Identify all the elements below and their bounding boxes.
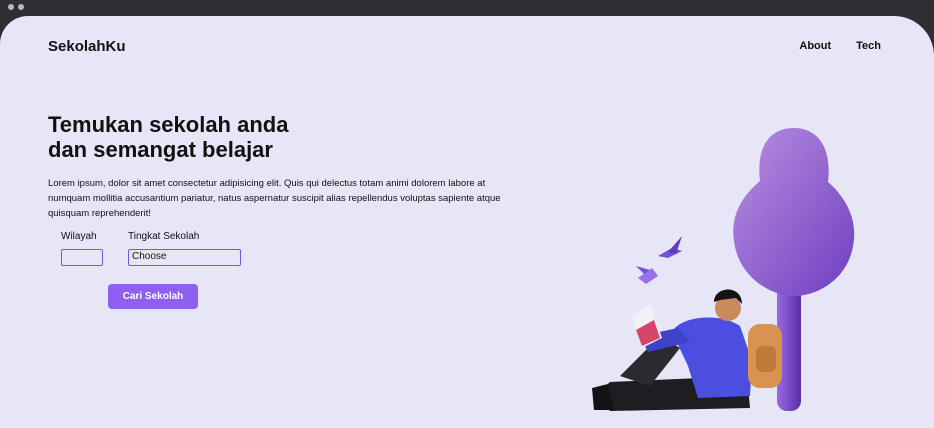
student-reading-illustration bbox=[592, 128, 855, 411]
person-reading-icon bbox=[592, 289, 752, 411]
bird-icon bbox=[636, 236, 682, 284]
tingkat-sekolah-select[interactable]: Choose bbox=[128, 249, 241, 266]
hero-description: Lorem ipsum, dolor sit amet consectetur … bbox=[48, 178, 501, 219]
hero-title-line-1: Temukan sekolah anda bbox=[48, 112, 289, 137]
hero-title-line-2: dan semangat belajar bbox=[48, 137, 273, 162]
page-content: SekolahKu About Tech Temukan sekolah and… bbox=[0, 16, 934, 428]
brand-logo[interactable]: SekolahKu bbox=[48, 38, 126, 55]
wilayah-input[interactable] bbox=[61, 249, 103, 266]
wilayah-label: Wilayah bbox=[61, 231, 97, 242]
tingkat-sekolah-label: Tingkat Sekolah bbox=[128, 231, 200, 242]
backpack-icon bbox=[748, 324, 782, 388]
nav-link-about[interactable]: About bbox=[799, 40, 831, 52]
window-controls bbox=[8, 4, 24, 10]
nav-link-tech[interactable]: Tech bbox=[856, 40, 881, 52]
window-dot-icon[interactable] bbox=[8, 4, 14, 10]
window-dot-icon[interactable] bbox=[18, 4, 24, 10]
cari-sekolah-button[interactable]: Cari Sekolah bbox=[108, 284, 198, 309]
hero-title: Temukan sekolah anda dan semangat belaja… bbox=[48, 112, 368, 162]
top-nav: About Tech bbox=[799, 40, 881, 52]
